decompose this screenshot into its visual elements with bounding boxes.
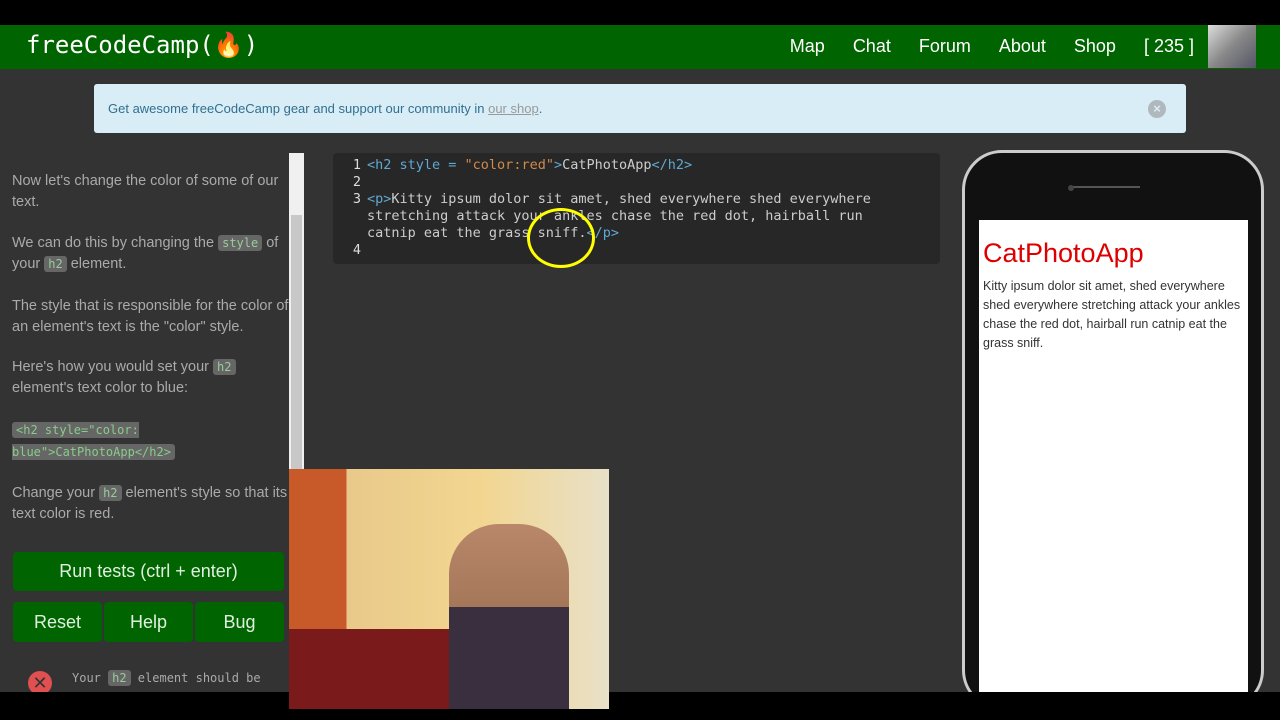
avatar[interactable] [1208,25,1256,68]
preview-pane: CatPhotoApp Kitty ipsum dolor sit amet, … [979,220,1248,692]
help-button[interactable]: Help [104,602,193,642]
close-icon[interactable]: × [1148,100,1166,118]
shop-banner: Get awesome freeCodeCamp gear and suppor… [94,84,1186,133]
logo[interactable]: freeCodeCamp(🔥) [26,31,258,59]
scrollbar[interactable] [289,153,304,473]
code-example: <h2 style="color: blue">CatPhotoApp</h2> [12,419,290,463]
instruction: Change your h2 element's style so that i… [12,485,288,522]
instruction: Here's how you would set your h2 element… [12,357,290,399]
instruction: The style that is responsible for the co… [12,298,289,335]
run-tests-button[interactable]: Run tests (ctrl + enter) [13,552,284,591]
instruction: Now let's change the color of some of ou… [12,173,279,210]
nav-forum[interactable]: Forum [919,36,971,57]
cursor-highlight [527,208,595,268]
reset-button[interactable]: Reset [13,602,102,642]
app: freeCodeCamp(🔥) Map Chat Forum About Sho… [0,25,1280,692]
code-editor[interactable]: 1 <h2 style = "color:red">CatPhotoApp</h2… [333,153,940,264]
nav-chat[interactable]: Chat [853,36,891,57]
nav-map[interactable]: Map [790,36,825,57]
banner-text: Get awesome freeCodeCamp gear and suppor… [108,101,489,116]
bug-button[interactable]: Bug [195,602,284,642]
nav-shop[interactable]: Shop [1074,36,1116,57]
webcam-overlay [289,469,609,709]
preview-title: CatPhotoApp [983,238,1144,268]
test-result: Your h2 element should be [72,670,261,686]
preview-text: Kitty ipsum dolor sit amet, shed everywh… [983,279,1241,350]
points-count[interactable]: [ 235 ] [1144,36,1194,57]
fail-icon: ✕ [28,671,52,692]
shop-link[interactable]: our shop [488,101,539,116]
nav-about[interactable]: About [999,36,1046,57]
instruction: We can do this by changing the style of … [12,235,279,272]
banner-end: . [538,101,543,116]
navbar: freeCodeCamp(🔥) Map Chat Forum About Sho… [0,25,1280,69]
